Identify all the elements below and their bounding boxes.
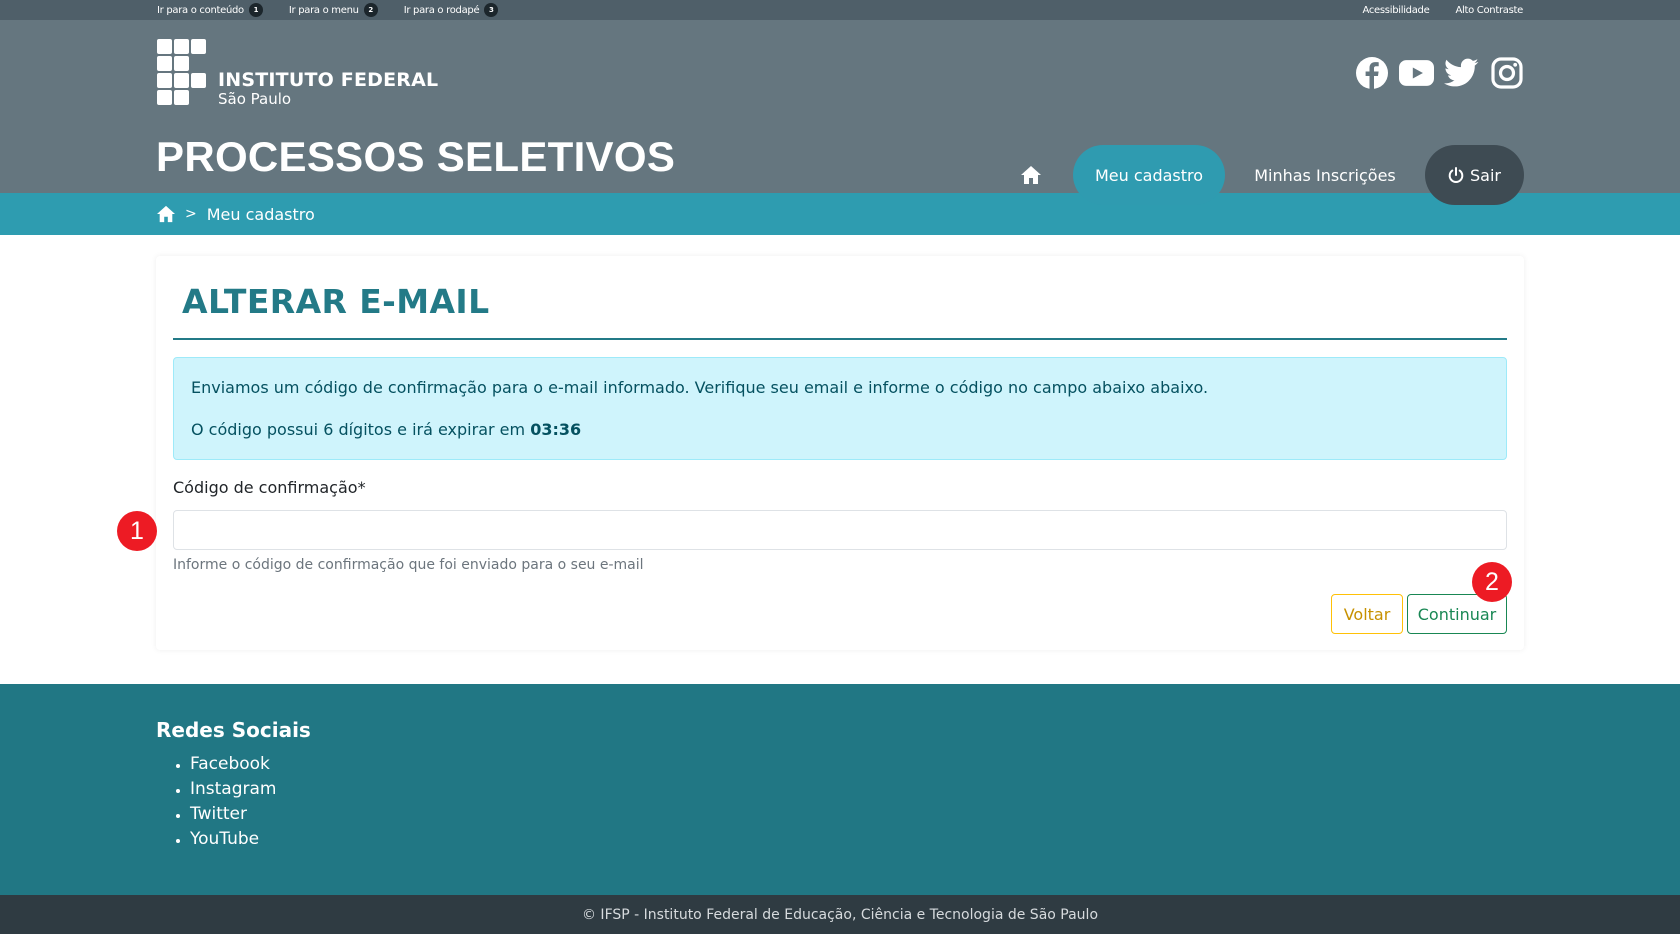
instagram-icon[interactable] (1489, 55, 1524, 90)
change-email-card: ALTERAR E-MAIL Enviamos um código de con… (156, 256, 1524, 650)
title-divider (173, 338, 1507, 340)
back-button[interactable]: Voltar (1331, 594, 1403, 634)
alert-message: Enviamos um código de confirmação para o… (191, 378, 1209, 397)
site-header: INSTITUTO FEDERAL São Paulo PROCESSOS SE… (0, 20, 1680, 205)
logout-label: Sair (1470, 165, 1501, 185)
logo-title: INSTITUTO FEDERAL (218, 69, 439, 91)
footer-link-facebook[interactable]: Facebook (190, 754, 270, 774)
logo-mark-icon (157, 39, 209, 109)
breadcrumb-current: Meu cadastro (206, 204, 315, 224)
nav-minhas-inscricoes[interactable]: Minhas Inscrições (1225, 145, 1425, 205)
skip-link-number: 1 (248, 3, 263, 17)
skip-to-footer-link[interactable]: Ir para o rodapé 3 (404, 3, 499, 17)
accessibility-link[interactable]: Acessibilidade (1362, 5, 1429, 16)
skip-to-content-link[interactable]: Ir para o conteúdo 1 (157, 3, 263, 17)
breadcrumb-home-link[interactable] (156, 204, 176, 224)
list-item: YouTube (190, 827, 277, 852)
logout-button[interactable]: Sair (1425, 145, 1524, 205)
skip-link-label: Ir para o rodapé (403, 4, 480, 16)
skip-to-menu-link[interactable]: Ir para o menu 2 (289, 3, 378, 17)
confirmation-code-input[interactable] (173, 510, 1507, 550)
nav-home-button[interactable] (1001, 145, 1061, 205)
breadcrumb-separator: > (185, 206, 197, 222)
skip-link-number: 2 (363, 3, 378, 17)
home-icon (1021, 166, 1041, 184)
high-contrast-link[interactable]: Alto Contraste (1455, 5, 1523, 16)
footer-title: Redes Sociais (156, 718, 311, 742)
confirmation-code-label: Código de confirmação* (173, 478, 366, 497)
accessibility-links: Acessibilidade Alto Contraste (1362, 5, 1523, 16)
skip-link-label: Ir para o menu (288, 4, 359, 16)
twitter-icon[interactable] (1444, 55, 1479, 90)
alert-expiry: O código possui 6 dígitos e irá expirar … (191, 419, 1489, 441)
skip-links: Ir para o conteúdo 1 Ir para o menu 2 Ir… (157, 3, 499, 17)
alert-expiry-text: O código possui 6 dígitos e irá expirar … (191, 420, 531, 439)
site-footer: Redes Sociais Facebook Instagram Twitter… (0, 684, 1680, 895)
info-alert: Enviamos um código de confirmação para o… (173, 357, 1507, 460)
list-item: Twitter (190, 802, 277, 827)
footer-link-twitter[interactable]: Twitter (190, 804, 247, 824)
annotation-marker-1: 1 (117, 511, 157, 551)
expiry-timer: 03:36 (530, 420, 582, 439)
power-icon (1448, 166, 1464, 183)
annotation-marker-2: 2 (1472, 562, 1512, 602)
ifsp-logo[interactable]: INSTITUTO FEDERAL São Paulo (157, 39, 438, 109)
page-title: PROCESSOS SELETIVOS (156, 133, 676, 180)
accessibility-bar: Ir para o conteúdo 1 Ir para o menu 2 Ir… (0, 0, 1680, 20)
confirmation-code-help: Informe o código de confirmação que foi … (173, 557, 644, 573)
skip-link-number: 3 (484, 3, 499, 17)
list-item: Instagram (190, 777, 277, 802)
footer-link-youtube[interactable]: YouTube (190, 829, 259, 849)
social-links (1354, 55, 1524, 90)
home-icon (157, 205, 175, 223)
footer-social-list: Facebook Instagram Twitter YouTube (190, 752, 277, 852)
form-title: ALTERAR E-MAIL (182, 282, 490, 321)
skip-link-label: Ir para o conteúdo (157, 4, 244, 16)
list-item: Facebook (190, 752, 277, 777)
nav-meu-cadastro[interactable]: Meu cadastro (1073, 145, 1225, 205)
main-nav: Meu cadastro Minhas Inscrições Sair (1001, 145, 1524, 205)
logo-text: INSTITUTO FEDERAL São Paulo (218, 69, 438, 107)
youtube-icon[interactable] (1399, 55, 1434, 90)
facebook-icon[interactable] (1354, 55, 1389, 90)
logo-subtitle: São Paulo (218, 90, 292, 108)
footer-link-instagram[interactable]: Instagram (190, 779, 277, 799)
copyright-bar: © IFSP - Instituto Federal de Educação, … (0, 895, 1680, 934)
